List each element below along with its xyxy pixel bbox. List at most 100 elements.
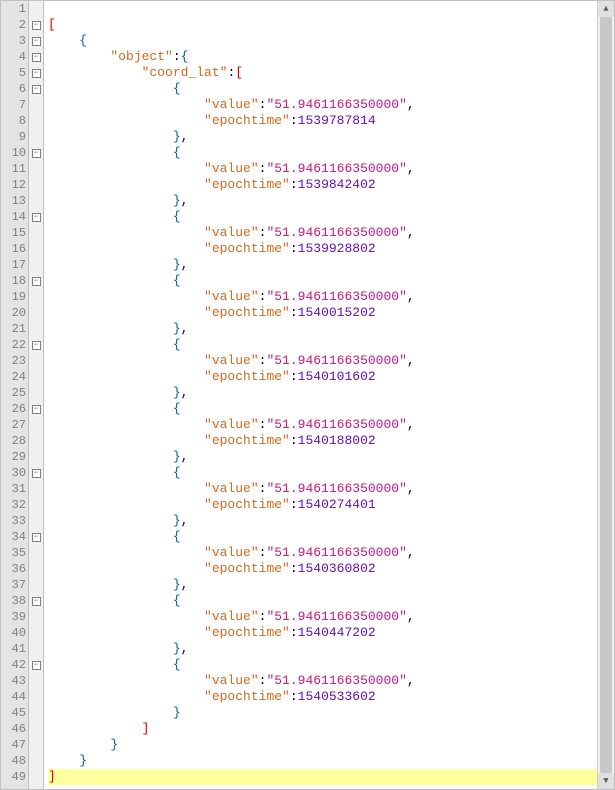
- code-line[interactable]: {: [48, 593, 614, 609]
- code-line[interactable]: },: [48, 513, 614, 529]
- line-number: 11: [1, 161, 28, 177]
- fold-cell: [29, 689, 43, 705]
- code-line[interactable]: ]: [48, 769, 614, 785]
- fold-minus-icon[interactable]: −: [32, 85, 41, 94]
- scroll-down-button[interactable]: ▼: [598, 773, 614, 789]
- code-line[interactable]: "value":"51.9461166350000",: [48, 97, 614, 113]
- code-line[interactable]: {: [48, 529, 614, 545]
- code-line[interactable]: "value":"51.9461166350000",: [48, 673, 614, 689]
- code-line[interactable]: {: [48, 337, 614, 353]
- code-line[interactable]: [: [48, 17, 614, 33]
- code-line[interactable]: [48, 1, 614, 17]
- line-number: 16: [1, 241, 28, 257]
- scroll-thumb[interactable]: [600, 17, 612, 773]
- code-line[interactable]: "value":"51.9461166350000",: [48, 353, 614, 369]
- fold-cell: [29, 97, 43, 113]
- code-line[interactable]: "value":"51.9461166350000",: [48, 609, 614, 625]
- line-number: 14: [1, 209, 28, 225]
- code-line[interactable]: "epochtime":1539928802: [48, 241, 614, 257]
- line-number: 49: [1, 769, 28, 785]
- line-number: 21: [1, 321, 28, 337]
- code-line[interactable]: },: [48, 449, 614, 465]
- fold-minus-icon[interactable]: −: [32, 341, 41, 350]
- scroll-track[interactable]: [598, 17, 614, 773]
- fold-minus-icon[interactable]: −: [32, 37, 41, 46]
- code-line[interactable]: "epochtime":1540360802: [48, 561, 614, 577]
- fold-cell: [29, 321, 43, 337]
- code-line[interactable]: "value":"51.9461166350000",: [48, 161, 614, 177]
- fold-cell: [29, 577, 43, 593]
- line-number: 12: [1, 177, 28, 193]
- code-line[interactable]: "coord_lat":[: [48, 65, 614, 81]
- fold-cell: [29, 449, 43, 465]
- fold-minus-icon[interactable]: −: [32, 533, 41, 542]
- fold-minus-icon[interactable]: −: [32, 469, 41, 478]
- fold-cell: [29, 161, 43, 177]
- line-number: 31: [1, 481, 28, 497]
- code-line[interactable]: "epochtime":1540274401: [48, 497, 614, 513]
- vertical-scrollbar[interactable]: ▲ ▼: [597, 1, 614, 789]
- fold-minus-icon[interactable]: −: [32, 53, 41, 62]
- line-number: 3: [1, 33, 28, 49]
- code-line[interactable]: {: [48, 401, 614, 417]
- code-line[interactable]: "epochtime":1540015202: [48, 305, 614, 321]
- code-line[interactable]: "object":{: [48, 49, 614, 65]
- code-line[interactable]: "value":"51.9461166350000",: [48, 225, 614, 241]
- code-line[interactable]: "epochtime":1539787814: [48, 113, 614, 129]
- code-line[interactable]: }: [48, 705, 614, 721]
- code-line[interactable]: }: [48, 753, 614, 769]
- line-number: 32: [1, 497, 28, 513]
- code-line[interactable]: {: [48, 273, 614, 289]
- code-line[interactable]: },: [48, 577, 614, 593]
- fold-minus-icon[interactable]: −: [32, 277, 41, 286]
- fold-cell: −: [29, 17, 43, 33]
- fold-cell: [29, 1, 43, 17]
- line-number: 10: [1, 145, 28, 161]
- fold-cell: [29, 353, 43, 369]
- line-number: 33: [1, 513, 28, 529]
- code-line[interactable]: },: [48, 321, 614, 337]
- fold-cell: [29, 705, 43, 721]
- code-line[interactable]: }: [48, 737, 614, 753]
- code-line[interactable]: "epochtime":1539842402: [48, 177, 614, 193]
- fold-minus-icon[interactable]: −: [32, 21, 41, 30]
- fold-minus-icon[interactable]: −: [32, 69, 41, 78]
- code-line[interactable]: {: [48, 81, 614, 97]
- fold-minus-icon[interactable]: −: [32, 597, 41, 606]
- code-line[interactable]: },: [48, 385, 614, 401]
- fold-cell: −: [29, 657, 43, 673]
- code-line[interactable]: {: [48, 465, 614, 481]
- code-line[interactable]: },: [48, 193, 614, 209]
- code-line[interactable]: ]: [48, 721, 614, 737]
- code-line[interactable]: },: [48, 257, 614, 273]
- code-line[interactable]: {: [48, 145, 614, 161]
- code-line[interactable]: "epochtime":1540533602: [48, 689, 614, 705]
- code-line[interactable]: "value":"51.9461166350000",: [48, 289, 614, 305]
- fold-minus-icon[interactable]: −: [32, 661, 41, 670]
- fold-minus-icon[interactable]: −: [32, 149, 41, 158]
- code-line[interactable]: {: [48, 33, 614, 49]
- scroll-up-button[interactable]: ▲: [598, 1, 614, 17]
- fold-minus-icon[interactable]: −: [32, 213, 41, 222]
- fold-minus-icon[interactable]: −: [32, 405, 41, 414]
- line-number: 6: [1, 81, 28, 97]
- fold-cell: [29, 241, 43, 257]
- code-line[interactable]: {: [48, 209, 614, 225]
- code-line[interactable]: "value":"51.9461166350000",: [48, 417, 614, 433]
- code-line[interactable]: {: [48, 657, 614, 673]
- code-line[interactable]: "epochtime":1540188002: [48, 433, 614, 449]
- fold-cell: −: [29, 401, 43, 417]
- code-line[interactable]: "value":"51.9461166350000",: [48, 545, 614, 561]
- line-number: 30: [1, 465, 28, 481]
- code-line[interactable]: "epochtime":1540101602: [48, 369, 614, 385]
- code-line[interactable]: "value":"51.9461166350000",: [48, 481, 614, 497]
- fold-cell: −: [29, 337, 43, 353]
- line-number: 45: [1, 705, 28, 721]
- code-area[interactable]: [ { "object":{ "coord_lat":[ { "value":"…: [44, 1, 614, 789]
- line-number: 46: [1, 721, 28, 737]
- code-line[interactable]: },: [48, 641, 614, 657]
- line-number: 1: [1, 1, 28, 17]
- fold-cell: [29, 769, 43, 785]
- code-line[interactable]: "epochtime":1540447202: [48, 625, 614, 641]
- code-line[interactable]: },: [48, 129, 614, 145]
